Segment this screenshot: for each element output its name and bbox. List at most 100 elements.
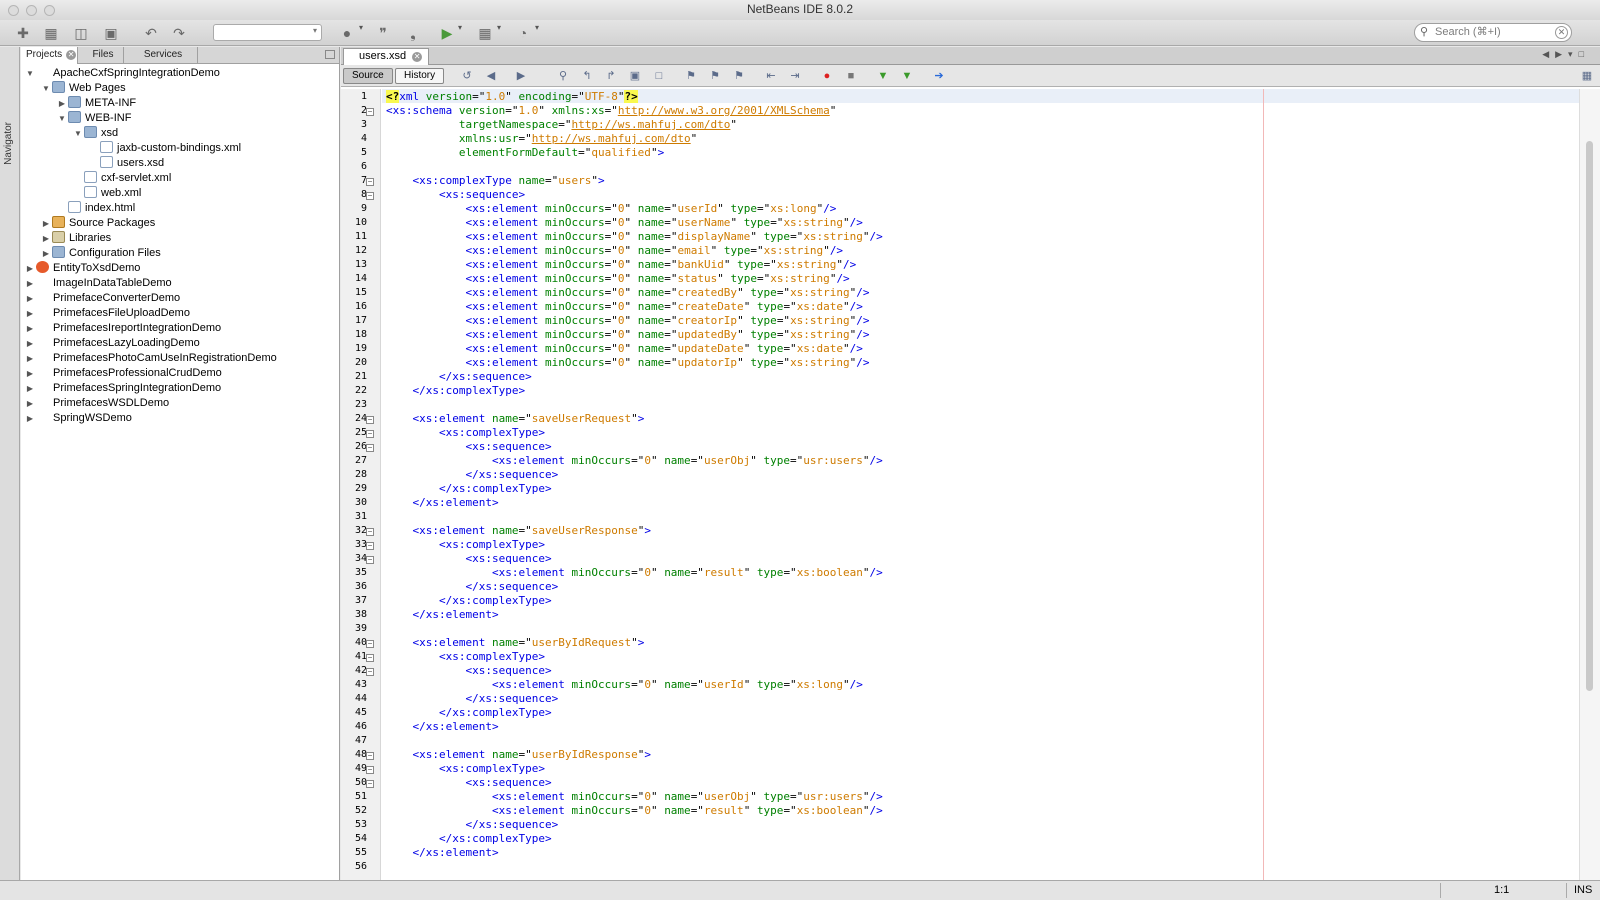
tree-item[interactable]: ▶ SpringWSDemo: [24, 411, 132, 426]
toggle-bookmark-icon[interactable]: ⚑: [731, 69, 747, 83]
profile-icon[interactable]: ◔: [512, 23, 534, 43]
fold-toggle-icon[interactable]: −: [366, 640, 374, 648]
fold-toggle-icon[interactable]: −: [366, 780, 374, 788]
open-project-icon[interactable]: ◫: [70, 23, 92, 43]
source-view-button[interactable]: Source: [343, 68, 393, 84]
fold-toggle-icon[interactable]: −: [366, 752, 374, 760]
code-area[interactable]: <?xml version="1.0" encoding="UTF-8"?> <x…: [386, 89, 1586, 880]
build-icon[interactable]: ❞: [372, 23, 394, 43]
tab-navigation-arrows[interactable]: ◀▶▾□: [1542, 49, 1590, 60]
clear-search-icon[interactable]: ✕: [1555, 26, 1568, 39]
tab-files[interactable]: Files: [78, 47, 124, 64]
new-file-icon[interactable]: ✚: [12, 23, 34, 43]
tree-item[interactable]: cxf-servlet.xml: [72, 171, 171, 186]
vertical-scrollbar[interactable]: [1579, 89, 1600, 880]
chevron-down-icon[interactable]: ▾: [497, 23, 501, 32]
tree-item[interactable]: ▶ PrimefacesSpringIntegrationDemo: [24, 381, 221, 396]
chevron-down-icon[interactable]: ▾: [535, 23, 539, 32]
collapsed-triangle-icon[interactable]: ▶: [24, 291, 36, 306]
previous-bookmark-icon[interactable]: ⚑: [683, 69, 699, 83]
tree-item[interactable]: ▶ PrimefacesLazyLoadingDemo: [24, 336, 200, 351]
collapsed-triangle-icon[interactable]: ▶: [24, 276, 36, 291]
close-tab-icon[interactable]: ✕: [66, 50, 77, 60]
close-window-button[interactable]: [8, 5, 19, 16]
tree-item[interactable]: jaxb-custom-bindings.xml: [88, 141, 241, 156]
fold-toggle-icon[interactable]: −: [366, 430, 374, 438]
collapsed-triangle-icon[interactable]: ▶: [24, 411, 36, 426]
navigator-tab[interactable]: Navigator: [3, 122, 14, 165]
next-bookmark-icon[interactable]: ⚑: [707, 69, 723, 83]
fold-toggle-icon[interactable]: −: [366, 556, 374, 564]
search-input[interactable]: ⚲ Search (⌘+I) ✕: [1414, 23, 1572, 42]
tab-services[interactable]: Services: [124, 47, 198, 64]
collapsed-triangle-icon[interactable]: ▶: [40, 231, 52, 246]
chevron-down-icon[interactable]: ▾: [458, 23, 462, 32]
tree-item[interactable]: ▼ ApacheCxfSpringIntegrationDemo: [24, 66, 220, 81]
fold-toggle-icon[interactable]: −: [366, 108, 374, 116]
toggle-highlight-icon[interactable]: ▣: [627, 69, 643, 83]
undo-icon[interactable]: ↶: [140, 23, 162, 43]
redo-icon[interactable]: ↷: [168, 23, 190, 43]
expanded-triangle-icon[interactable]: ▼: [40, 81, 52, 96]
tab-projects[interactable]: Projects ✕: [21, 47, 78, 64]
editor-tab-users-xsd[interactable]: users.xsd ✕: [343, 48, 430, 65]
expanded-triangle-icon[interactable]: ▼: [72, 126, 84, 141]
history-view-button[interactable]: History: [395, 68, 445, 84]
new-project-icon[interactable]: ▦: [40, 23, 62, 43]
zoom-window-button[interactable]: [44, 5, 55, 16]
tree-item[interactable]: ▶ PrimefacesPhotoCamUseInRegistrationDemo: [24, 351, 277, 366]
collapsed-triangle-icon[interactable]: ▶: [24, 396, 36, 411]
configuration-select[interactable]: ▾: [213, 24, 322, 41]
shift-left-icon[interactable]: ⇤: [763, 69, 779, 83]
tree-item[interactable]: users.xsd: [88, 156, 164, 171]
collapsed-triangle-icon[interactable]: ▶: [24, 306, 36, 321]
tree-item[interactable]: ▶ META-INF: [56, 96, 136, 111]
fold-toggle-icon[interactable]: −: [366, 416, 374, 424]
fold-toggle-icon[interactable]: −: [366, 654, 374, 662]
collapsed-triangle-icon[interactable]: ▶: [24, 366, 36, 381]
collapsed-triangle-icon[interactable]: ▶: [24, 351, 36, 366]
fold-toggle-icon[interactable]: −: [366, 668, 374, 676]
fold-toggle-icon[interactable]: −: [366, 178, 374, 186]
chevron-down-icon[interactable]: ▾: [359, 23, 363, 32]
tree-item[interactable]: index.html: [56, 201, 135, 216]
debug-icon[interactable]: ▦: [474, 23, 496, 43]
scrollbar-thumb[interactable]: [1586, 141, 1593, 691]
collapsed-triangle-icon[interactable]: ▶: [24, 336, 36, 351]
clean-build-icon[interactable]: ❟: [402, 23, 424, 43]
last-edit-icon[interactable]: ↺: [459, 69, 475, 83]
tree-item[interactable]: web.xml: [72, 186, 141, 201]
collapsed-triangle-icon[interactable]: ▶: [40, 246, 52, 261]
stop-macro-icon[interactable]: ■: [843, 69, 859, 83]
minimize-panel-icon[interactable]: [325, 50, 335, 59]
find-icon[interactable]: ⚲: [555, 69, 571, 83]
check-xml-icon[interactable]: ▼: [875, 69, 891, 83]
globe-icon[interactable]: ●: [336, 23, 358, 43]
collapsed-triangle-icon[interactable]: ▶: [24, 261, 36, 276]
tree-item[interactable]: ▼ Web Pages: [40, 81, 126, 96]
forward-icon[interactable]: ▶: [513, 69, 529, 83]
collapsed-triangle-icon[interactable]: ▶: [56, 96, 68, 111]
collapsed-triangle-icon[interactable]: ▶: [24, 321, 36, 336]
tree-item[interactable]: ▶ PrimefacesProfessionalCrudDemo: [24, 366, 222, 381]
fold-toggle-icon[interactable]: −: [366, 444, 374, 452]
split-editor-icon[interactable]: ▦: [1579, 69, 1595, 83]
expanded-triangle-icon[interactable]: ▼: [24, 66, 36, 81]
xsl-transform-icon[interactable]: ➔: [931, 69, 947, 83]
find-previous-icon[interactable]: ↰: [579, 69, 595, 83]
expanded-triangle-icon[interactable]: ▼: [56, 111, 68, 126]
rectangular-selection-icon[interactable]: □: [651, 69, 667, 83]
fold-toggle-icon[interactable]: −: [366, 542, 374, 550]
fold-toggle-icon[interactable]: −: [366, 528, 374, 536]
start-macro-icon[interactable]: ●: [819, 69, 835, 83]
tree-item[interactable]: ▶ Libraries: [40, 231, 111, 246]
tree-item[interactable]: ▶ Source Packages: [40, 216, 155, 231]
tree-item[interactable]: ▶ EntityToXsdDemo: [24, 261, 140, 276]
find-next-icon[interactable]: ↱: [603, 69, 619, 83]
close-tab-icon[interactable]: ✕: [412, 52, 423, 62]
run-icon[interactable]: ▶: [436, 23, 458, 43]
fold-toggle-icon[interactable]: −: [366, 192, 374, 200]
collapsed-triangle-icon[interactable]: ▶: [40, 216, 52, 231]
shift-right-icon[interactable]: ⇥: [787, 69, 803, 83]
collapsed-triangle-icon[interactable]: ▶: [24, 381, 36, 396]
